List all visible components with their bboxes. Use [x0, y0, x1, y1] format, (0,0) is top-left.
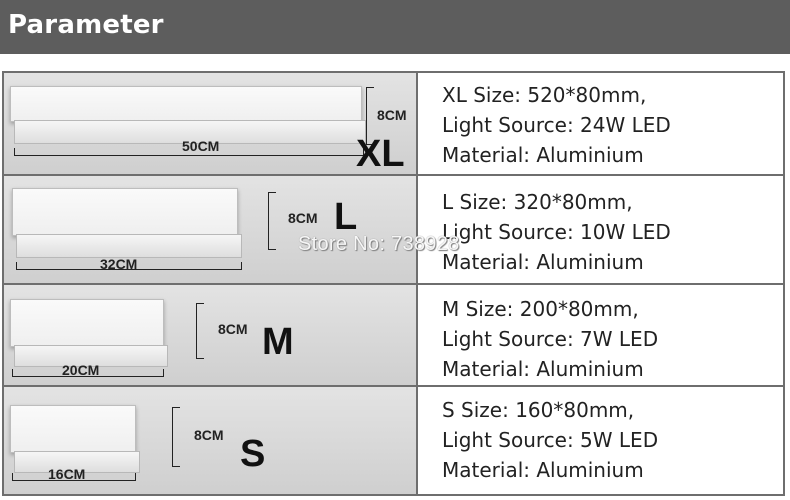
table-row-s: 16CM 8CM S S Size: 160*80mm, Light Sourc… [4, 387, 783, 494]
spec-line-material: Material: Aluminium [442, 458, 644, 482]
spec-cell: S Size: 160*80mm, Light Source: 5W LED M… [418, 387, 783, 494]
spec-line-material: Material: Aluminium [442, 143, 644, 167]
product-image-m: 20CM 8CM M [4, 285, 416, 385]
size-code-label: XL [356, 133, 405, 175]
height-label: 8CM [194, 427, 224, 443]
height-dimension-line [172, 407, 180, 467]
width-label: 20CM [62, 362, 100, 378]
spec-line-light-source: Light Source: 5W LED [442, 428, 659, 452]
parameter-table: 50CM 8CM XL XL Size: 520*80mm, Light Sou… [2, 71, 785, 496]
page-title: Parameter [8, 10, 164, 40]
table-row-xl: 50CM 8CM XL XL Size: 520*80mm, Light Sou… [4, 73, 783, 176]
spec-cell: XL Size: 520*80mm, Light Source: 24W LED… [418, 73, 783, 174]
height-dimension-line [268, 192, 276, 250]
height-label: 8CM [218, 321, 248, 337]
lamp-m [10, 299, 164, 347]
spec-line-size: L Size: 320*80mm, [442, 190, 633, 214]
spec-line-light-source: Light Source: 7W LED [442, 327, 659, 351]
table-row-m: 20CM 8CM M M Size: 200*80mm, Light Sourc… [4, 285, 783, 387]
size-code-label: S [240, 433, 266, 475]
lamp-xl [10, 86, 362, 122]
spec-line-size: M Size: 200*80mm, [442, 297, 639, 321]
product-image-l: 32CM 8CM L [4, 176, 416, 283]
height-dimension-line [196, 303, 204, 359]
spec-cell: L Size: 320*80mm, Light Source: 10W LED … [418, 176, 783, 283]
spec-line-material: Material: Aluminium [442, 250, 644, 274]
height-label: 8CM [377, 107, 407, 123]
product-image-xl: 50CM 8CM XL [4, 73, 416, 175]
spec-line-light-source: Light Source: 10W LED [442, 220, 671, 244]
store-watermark: Store No: 738928 [298, 233, 460, 255]
header-bar: Parameter [0, 0, 790, 54]
table-row-l: 32CM 8CM L L Size: 320*80mm, Light Sourc… [4, 176, 783, 285]
width-label: 16CM [48, 466, 86, 482]
product-image-s: 16CM 8CM S [4, 387, 416, 494]
width-label: 32CM [100, 256, 138, 272]
spec-line-light-source: Light Source: 24W LED [442, 113, 671, 137]
height-label: 8CM [288, 210, 318, 226]
lamp-l-base [16, 234, 242, 258]
spec-line-size: XL Size: 520*80mm, [442, 83, 647, 107]
lamp-s [10, 405, 136, 453]
width-label: 50CM [182, 138, 220, 154]
spec-cell: M Size: 200*80mm, Light Source: 7W LED M… [418, 285, 783, 385]
spec-line-size: S Size: 160*80mm, [442, 398, 635, 422]
lamp-l [12, 188, 238, 236]
spec-line-material: Material: Aluminium [442, 357, 644, 381]
size-code-label: M [262, 321, 294, 363]
